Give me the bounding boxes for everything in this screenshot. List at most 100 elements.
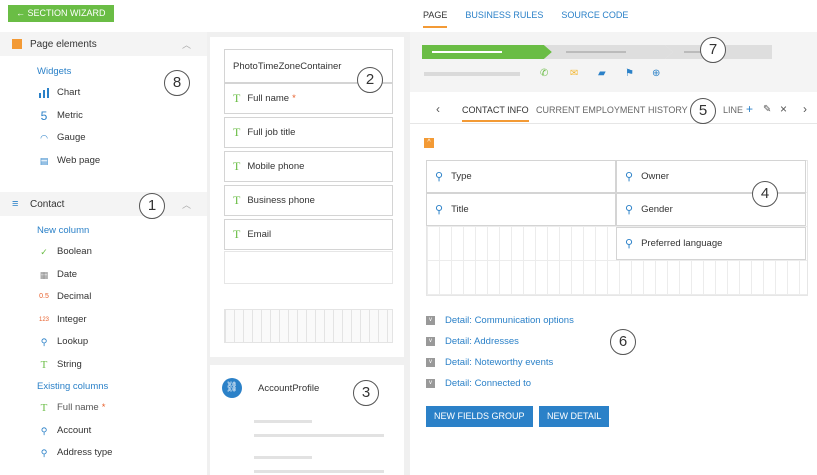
detail-communication-options[interactable]: v Detail: Communication options <box>426 315 574 326</box>
text-icon: T <box>233 125 241 139</box>
column-item-integer[interactable]: 123 Integer <box>0 309 207 332</box>
chevron-left-icon[interactable]: ‹ <box>436 102 440 116</box>
tab-page[interactable]: PAGE <box>423 10 448 28</box>
column-label: Integer <box>57 313 87 325</box>
detail-addresses[interactable]: v Detail: Addresses <box>426 336 519 347</box>
collapse-icon[interactable]: ^ <box>424 138 434 148</box>
empty-grid <box>224 309 393 343</box>
column-label: Decimal <box>57 291 92 302</box>
expand-icon[interactable]: v <box>426 379 435 388</box>
page-header-panel: PhotoTimeZoneContainer T Full name * T F… <box>208 32 406 475</box>
top-tabs: PAGE BUSINESS RULES SOURCE CODE <box>423 10 628 28</box>
field-full-job-title[interactable]: T Full job title <box>224 117 393 148</box>
existing-columns-subheader: Existing columns <box>37 381 109 392</box>
field-title[interactable]: ⚲ Title <box>426 193 616 226</box>
search-icon: ⚲ <box>625 171 634 183</box>
search-icon: ⚲ <box>625 204 634 216</box>
field-label: Business phone <box>247 195 315 206</box>
detail-noteworthy-events[interactable]: v Detail: Noteworthy events <box>426 357 553 368</box>
tab-history[interactable]: HISTORY <box>648 105 688 115</box>
calendar-icon: ▦ <box>39 269 49 280</box>
chevron-up-icon[interactable]: ︿ <box>182 198 191 211</box>
widget-label: Web page <box>57 154 101 166</box>
contact-header[interactable]: ≡ Contact ︿ <box>0 192 207 216</box>
existing-item-address-type[interactable]: ⚲ Address type <box>0 442 207 465</box>
column-item-date[interactable]: ▦ Date <box>0 264 207 287</box>
empty-card <box>210 297 404 357</box>
tab-source-code[interactable]: SOURCE CODE <box>561 10 628 28</box>
detail-label: Detail: Addresses <box>445 336 519 347</box>
tab-contact-info[interactable]: CONTACT INFO <box>462 105 529 122</box>
existing-item-full-name[interactable]: T Full name * <box>0 397 207 420</box>
search-icon: ⚲ <box>435 204 444 216</box>
field-type[interactable]: ⚲ Type <box>426 160 616 193</box>
required-marker: * <box>292 93 296 104</box>
new-fields-group-button[interactable]: NEW FIELDS GROUP <box>426 406 533 427</box>
detail-label: Detail: Noteworthy events <box>445 357 554 368</box>
chat-icon[interactable]: ▰ <box>598 68 606 79</box>
field-mobile-phone[interactable]: T Mobile phone <box>224 151 393 182</box>
tabs-row: ‹ CONTACT INFO CURRENT EMPLOYMENT HISTOR… <box>410 98 817 124</box>
elements-panel: Page elements ︿ Widgets Chart 5 Metric ◠… <box>0 32 207 475</box>
column-item-lookup[interactable]: ⚲ Lookup <box>0 331 207 354</box>
column-item-string[interactable]: T String <box>0 354 207 377</box>
column-label: Lookup <box>57 336 89 347</box>
close-icon[interactable]: × <box>780 102 787 116</box>
placeholder-line <box>254 420 312 423</box>
required-marker: * <box>101 402 106 413</box>
list-icon: ≡ <box>12 198 19 210</box>
search-icon: ⚲ <box>40 425 48 436</box>
widget-item-gauge[interactable]: ◠ Gauge <box>0 127 207 150</box>
text-icon: T <box>233 227 241 241</box>
tab-line[interactable]: LINE <box>723 105 743 115</box>
field-owner[interactable]: ⚲ Owner <box>616 160 806 193</box>
add-tab-icon[interactable]: + <box>746 102 753 116</box>
account-profile-card: ⛓ AccountProfile <box>210 365 404 475</box>
phone-icon[interactable]: ✆ <box>540 68 548 79</box>
field-preferred-language[interactable]: ⚲ Preferred language <box>616 227 806 260</box>
field-label: Mobile phone <box>247 161 305 172</box>
field-business-phone[interactable]: T Business phone <box>224 185 393 216</box>
new-detail-button[interactable]: NEW DETAIL <box>539 406 610 427</box>
action-dashboard: ✆ ✉ ▰ ⚑ ⊕ <box>410 32 817 92</box>
existing-item-account[interactable]: ⚲ Account <box>0 420 207 443</box>
chart-icon <box>37 88 51 99</box>
field-label: Full name <box>247 93 290 104</box>
web-page-icon: ▤ <box>39 155 49 166</box>
column-item-decimal[interactable]: 0.5 Decimal <box>0 286 207 309</box>
metric-icon: 5 <box>40 108 48 123</box>
callout-4: 4 <box>752 181 778 207</box>
edit-icon[interactable]: ✎ <box>763 104 771 115</box>
text-icon: T <box>40 402 48 414</box>
column-label: Date <box>57 268 78 280</box>
text-icon: T <box>233 193 241 207</box>
field-gender[interactable]: ⚲ Gender <box>616 193 806 226</box>
callout-6: 6 <box>610 329 636 355</box>
expand-icon[interactable]: v <box>426 337 435 346</box>
column-label: String <box>57 358 82 370</box>
expand-icon[interactable]: v <box>426 358 435 367</box>
expand-icon[interactable]: v <box>426 316 435 325</box>
globe-icon[interactable]: ⊕ <box>652 68 660 79</box>
tab-current-employment[interactable]: CURRENT EMPLOYMENT <box>536 105 645 115</box>
decimal-icon: 0.5 <box>39 293 49 300</box>
field-email[interactable]: T Email <box>224 219 393 250</box>
chevron-right-icon[interactable]: › <box>803 102 807 116</box>
page-elements-header[interactable]: Page elements ︿ <box>0 32 207 56</box>
widget-item-metric[interactable]: 5 Metric <box>0 105 207 128</box>
widget-item-web-page[interactable]: ▤ Web page <box>0 150 207 173</box>
field-label: Owner <box>641 171 670 182</box>
integer-icon: 123 <box>38 316 49 323</box>
detail-connected-to[interactable]: v Detail: Connected to <box>426 378 531 389</box>
flag-icon[interactable]: ⚑ <box>625 68 634 79</box>
field-label: Title <box>451 204 469 215</box>
tab-business-rules[interactable]: BUSINESS RULES <box>465 10 543 28</box>
page-elements-icon <box>12 39 22 49</box>
text-icon: T <box>40 358 48 371</box>
field-label: Preferred language <box>641 238 723 249</box>
section-wizard-button[interactable]: ← SECTION WIZARD <box>8 5 114 22</box>
chevron-up-icon[interactable]: ︿ <box>182 38 191 51</box>
email-icon[interactable]: ✉ <box>570 68 578 79</box>
search-icon: ⚲ <box>40 448 48 458</box>
column-item-boolean[interactable]: ✓ Boolean <box>0 241 207 264</box>
